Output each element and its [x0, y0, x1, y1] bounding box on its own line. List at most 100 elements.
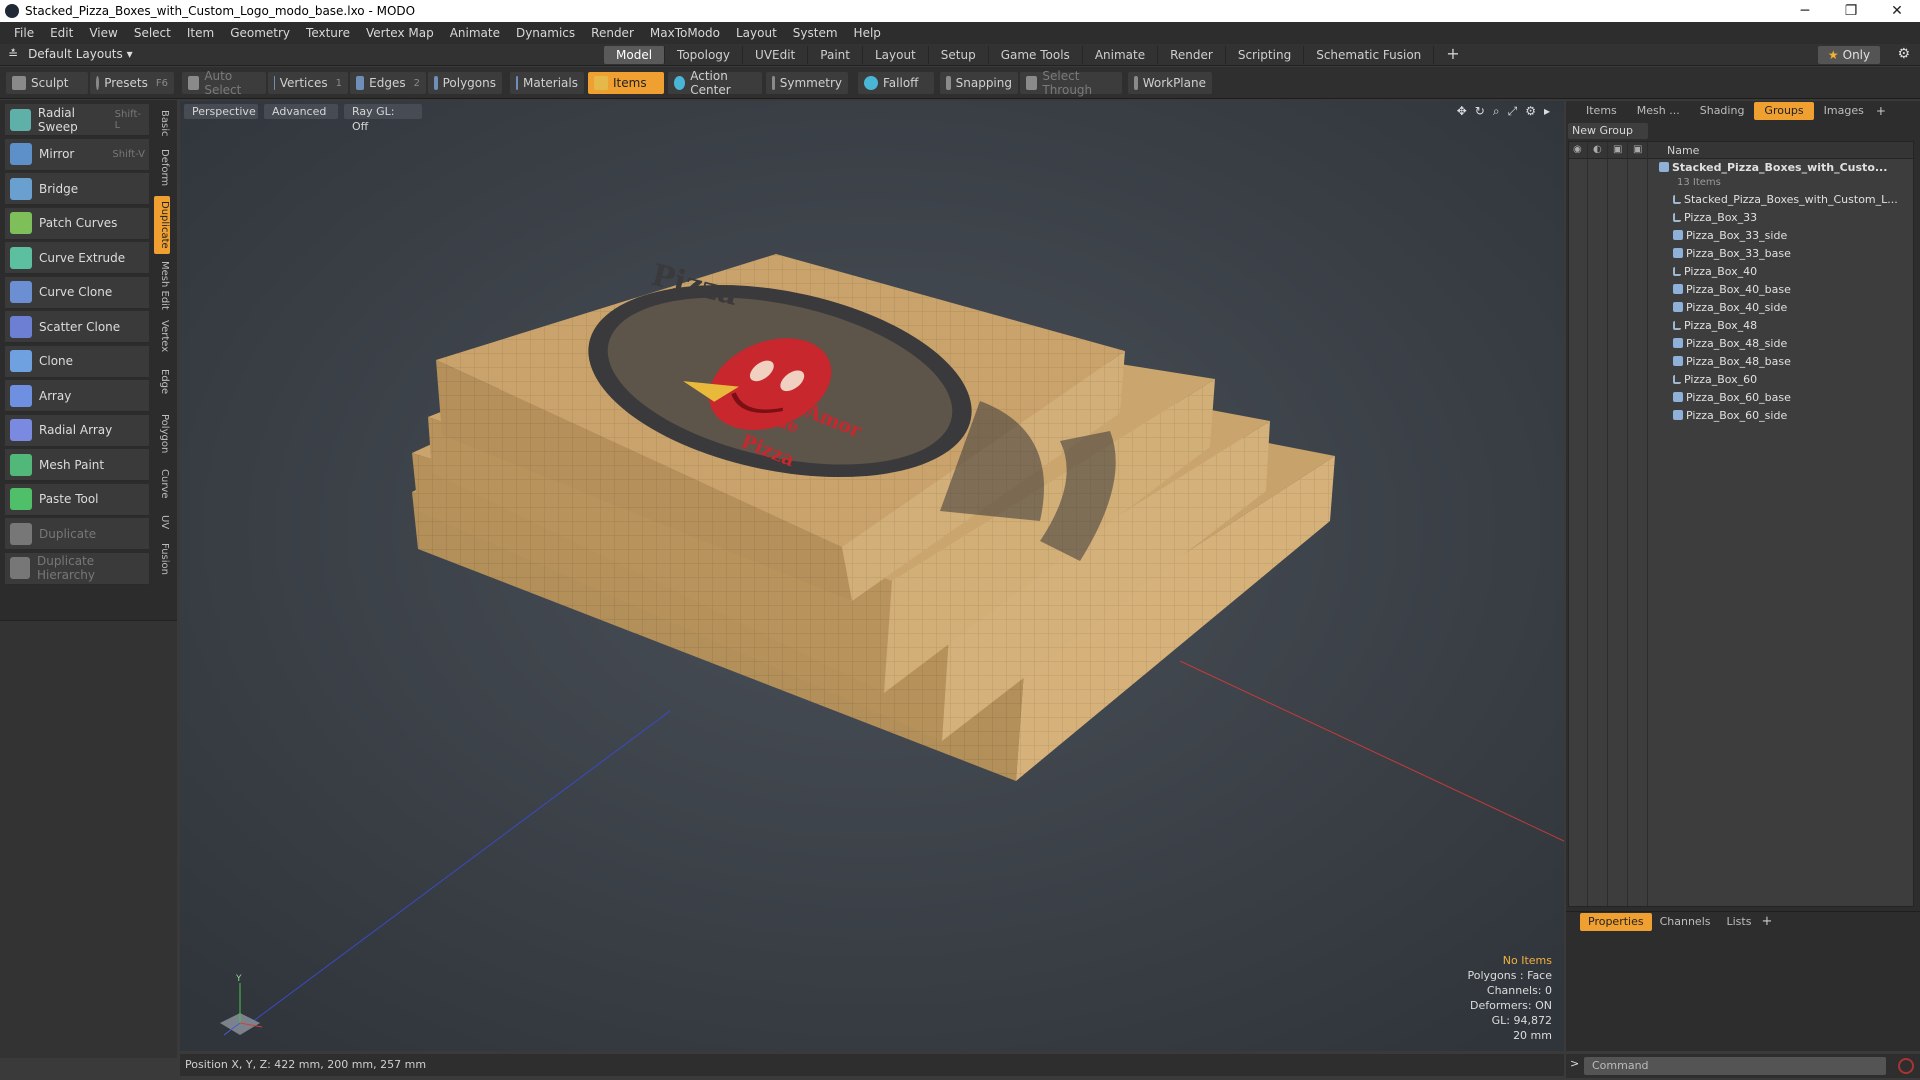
list-item[interactable]: Pizza_Box_40_side	[1569, 299, 1913, 317]
list-item[interactable]: Pizza_Box_40_base	[1569, 281, 1913, 299]
menu-system[interactable]: System	[785, 26, 846, 40]
tool-curve-extrude[interactable]: Curve Extrude	[5, 242, 149, 274]
workplane-button[interactable]: WorkPlane	[1128, 72, 1212, 94]
minimize-button[interactable]: ─	[1782, 3, 1828, 19]
vtab-polygon[interactable]: Polygon	[154, 410, 170, 458]
edges-button[interactable]: Edges 2	[350, 72, 426, 94]
menu-select[interactable]: Select	[126, 26, 179, 40]
vtab-duplicate[interactable]: Duplicate	[154, 196, 170, 254]
add-tab-button[interactable]: +	[1876, 104, 1886, 118]
tab-game-tools[interactable]: Game Tools	[989, 46, 1083, 64]
vtab-edge[interactable]: Edge	[154, 362, 170, 402]
tab-setup[interactable]: Setup	[929, 46, 989, 64]
tool-clone[interactable]: Clone	[5, 345, 149, 378]
tool-radial-array[interactable]: Radial Array	[5, 414, 149, 447]
group-row[interactable]: Stacked_Pizza_Boxes_with_Custo...	[1569, 159, 1913, 177]
tab-groups[interactable]: Groups	[1754, 102, 1814, 120]
tab-topology[interactable]: Topology	[665, 46, 744, 64]
tab-lists[interactable]: Lists	[1719, 913, 1760, 931]
render-icon[interactable]: ◐	[1593, 144, 1602, 155]
tab-animate[interactable]: Animate	[1083, 46, 1159, 64]
tool-duplicate[interactable]: Duplicate	[5, 518, 149, 550]
close-button[interactable]: ✕	[1874, 3, 1920, 19]
eye-icon[interactable]: ◉	[1573, 144, 1582, 155]
tab-paint[interactable]: Paint	[808, 46, 863, 64]
settings-icon[interactable]: ⚙	[1525, 104, 1536, 119]
vtab-uv[interactable]: UV	[154, 510, 170, 534]
auto-select-button[interactable]: Auto Select	[182, 69, 266, 97]
play-icon[interactable]: ▸	[1544, 104, 1550, 119]
vertices-button[interactable]: Vertices 1	[268, 72, 348, 94]
layout-selector[interactable]: ≛ Default Layouts ▾	[8, 47, 133, 61]
tool-scatter-clone[interactable]: Scatter Clone	[5, 311, 149, 343]
tool-curve-clone[interactable]: Curve Clone	[5, 276, 149, 309]
list-item[interactable]: Pizza_Box_40	[1569, 263, 1913, 281]
tool-mesh-paint[interactable]: Mesh Paint	[5, 449, 149, 481]
tab-mesh[interactable]: Mesh ...	[1627, 102, 1690, 120]
collapse-icon[interactable]: ≛	[8, 47, 18, 61]
menu-file[interactable]: File	[6, 26, 42, 40]
sculpt-button[interactable]: Sculpt	[6, 72, 88, 94]
vtab-mesh-edit[interactable]: Mesh Edit	[154, 260, 170, 310]
maximize-button[interactable]: ❐	[1828, 3, 1874, 19]
menu-view[interactable]: View	[81, 26, 125, 40]
tab-layout[interactable]: Layout	[863, 46, 929, 64]
select-through-button[interactable]: Select Through	[1020, 69, 1122, 97]
tab-shading[interactable]: Shading	[1690, 102, 1755, 120]
tool-bridge[interactable]: Bridge	[5, 173, 149, 205]
list-item[interactable]: Pizza_Box_33_side	[1569, 227, 1913, 245]
tab-items[interactable]: Items	[1576, 102, 1627, 120]
vtab-vertex[interactable]: Vertex	[154, 316, 170, 356]
polygons-button[interactable]: Polygons	[428, 72, 502, 94]
lock-icon[interactable]: ▣	[1613, 144, 1622, 155]
list-item[interactable]: Pizza_Box_48	[1569, 317, 1913, 335]
tab-properties[interactable]: Properties	[1580, 913, 1652, 931]
falloff-button[interactable]: Falloff	[858, 72, 934, 94]
list-item[interactable]: Pizza_Box_33_base	[1569, 245, 1913, 263]
list-item[interactable]: Pizza_Box_33	[1569, 209, 1913, 227]
list-item[interactable]: Pizza_Box_48_base	[1569, 353, 1913, 371]
list-item[interactable]: Pizza_Box_60	[1569, 371, 1913, 389]
list-item[interactable]: Stacked_Pizza_Boxes_with_Custom_L...	[1569, 191, 1913, 209]
maximize-icon[interactable]: ⤢	[1508, 104, 1518, 119]
action-center-button[interactable]: Action Center	[668, 69, 762, 97]
tab-schematic-fusion[interactable]: Schematic Fusion	[1304, 46, 1435, 64]
add-tab-button[interactable]: +	[1434, 46, 1471, 64]
menu-animate[interactable]: Animate	[442, 26, 508, 40]
menu-dynamics[interactable]: Dynamics	[508, 26, 583, 40]
tab-render[interactable]: Render	[1158, 46, 1226, 64]
tool-paste-tool[interactable]: Paste Tool	[5, 483, 149, 516]
list-item[interactable]: Pizza_Box_48_side	[1569, 335, 1913, 353]
list-item[interactable]: Pizza_Box_60_side	[1569, 407, 1913, 425]
raygl-button[interactable]: Ray GL: Off	[344, 104, 422, 133]
tab-channels[interactable]: Channels	[1652, 913, 1719, 931]
list-item[interactable]: Pizza_Box_60_base	[1569, 389, 1913, 407]
menu-render[interactable]: Render	[583, 26, 642, 40]
vtab-fusion[interactable]: Fusion	[154, 540, 170, 578]
menu-layout[interactable]: Layout	[728, 26, 785, 40]
3d-viewport[interactable]: Pizza Con Amor de Pizza Perspective Adva…	[180, 101, 1564, 1051]
shading-mode-button[interactable]: Advanced	[264, 104, 338, 119]
new-group-button[interactable]: New Group	[1568, 123, 1648, 139]
menu-vertex-map[interactable]: Vertex Map	[358, 26, 442, 40]
tab-uvedit[interactable]: UVEdit	[743, 46, 809, 64]
view-perspective-button[interactable]: Perspective	[184, 104, 258, 119]
menu-item[interactable]: Item	[179, 26, 222, 40]
tool-array[interactable]: Array	[5, 380, 149, 412]
tab-model[interactable]: Model	[604, 46, 666, 64]
snapping-button[interactable]: Snapping	[940, 72, 1018, 94]
add-tab-button[interactable]: +	[1761, 913, 1772, 931]
select-icon[interactable]: ▣	[1633, 144, 1642, 155]
symmetry-button[interactable]: Symmetry	[766, 72, 848, 94]
menu-geometry[interactable]: Geometry	[222, 26, 298, 40]
tool-patch-curves[interactable]: Patch Curves	[5, 207, 149, 240]
menu-texture[interactable]: Texture	[298, 26, 358, 40]
menu-maxtomodo[interactable]: MaxToModo	[642, 26, 728, 40]
tool-mirror[interactable]: Mirror Shift-V	[5, 138, 149, 171]
tab-images[interactable]: Images	[1814, 102, 1874, 120]
move-icon[interactable]: ✥	[1457, 104, 1467, 119]
vtab-curve[interactable]: Curve	[154, 464, 170, 504]
rotate-icon[interactable]: ↻	[1475, 104, 1485, 119]
tab-scripting[interactable]: Scripting	[1226, 46, 1305, 64]
zoom-icon[interactable]: ⌕	[1493, 104, 1500, 119]
